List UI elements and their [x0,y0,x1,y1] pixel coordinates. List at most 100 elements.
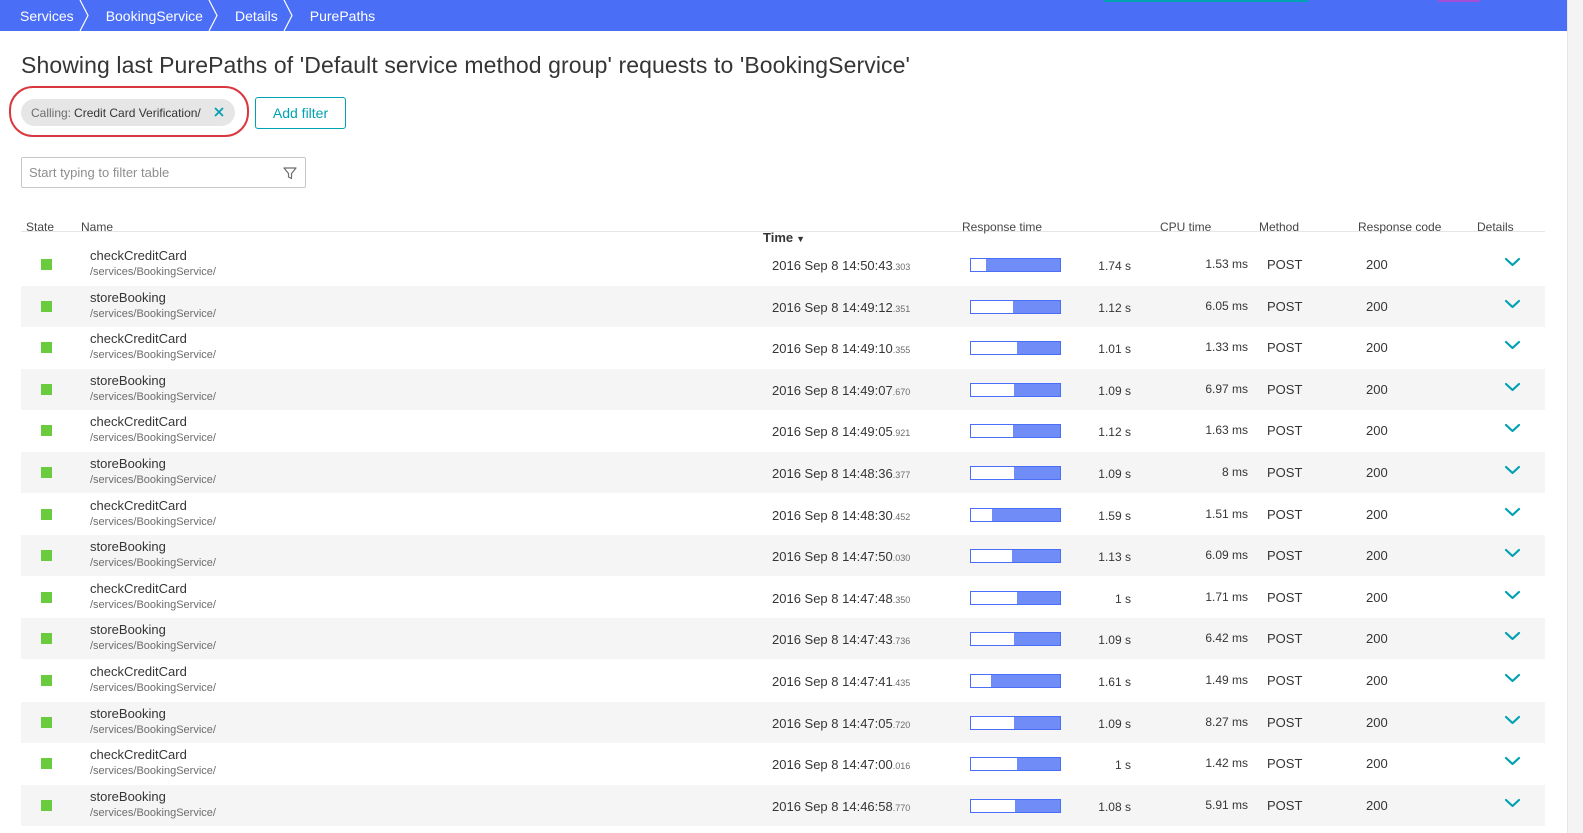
request-name-link[interactable]: storeBooking [90,456,166,471]
response-code: 200 [1366,506,1388,522]
start-time: 2016 Sep 8 14:46:58.770 [772,799,910,814]
column-header-response-code[interactable]: Response code [1358,220,1441,234]
state-ok-indicator [41,467,52,478]
cpu-time-value: 6.97 ms [1205,381,1248,396]
response-time-bar-fill [1013,467,1060,479]
chevron-down-icon[interactable] [1504,714,1521,726]
column-header-name[interactable]: Name [81,220,113,234]
sort-descending-icon: ▼ [796,234,806,244]
add-filter-button[interactable]: Add filter [255,97,346,129]
start-time-main: 2016 Sep 8 14:47:41 [772,674,893,689]
response-code: 200 [1366,714,1388,730]
table-row[interactable]: checkCreditCard/services/BookingService/… [21,244,1545,285]
vertical-scrollbar[interactable] [1567,0,1583,833]
table-row[interactable]: storeBooking/services/BookingService/201… [21,452,1545,493]
chevron-down-icon[interactable] [1504,547,1521,559]
table-row[interactable]: storeBooking/services/BookingService/201… [21,285,1545,327]
response-time-bar-fill [1012,300,1060,313]
response-time-bar [970,341,1061,356]
request-name-link[interactable]: storeBooking [90,290,166,305]
http-method: POST [1267,673,1303,688]
state-ok-indicator [41,508,52,520]
start-time-main: 2016 Sep 8 14:47:48 [772,590,893,606]
table-row[interactable]: checkCreditCard/services/BookingService/… [21,577,1545,618]
request-name-link[interactable]: storeBooking [90,539,166,554]
table-row[interactable]: checkCreditCard/services/BookingService/… [21,494,1545,535]
start-time-ms: .351 [892,303,911,314]
table-row[interactable]: checkCreditCard/services/BookingService/… [21,743,1545,784]
table-row[interactable]: storeBooking/services/BookingService/201… [21,701,1545,743]
request-name-link[interactable]: storeBooking [90,373,166,388]
chevron-down-icon[interactable] [1504,298,1521,310]
close-icon[interactable] [211,104,227,120]
breadcrumb-label: Details [234,7,278,24]
request-name-link[interactable]: storeBooking [90,706,166,721]
table-header: State Name Time ▼ Response time CPU time … [21,216,1545,245]
funnel-icon[interactable] [283,166,297,180]
request-name-link[interactable]: checkCreditCard [90,581,187,596]
table-row[interactable]: storeBooking/services/BookingService/201… [21,618,1545,660]
start-time-main: 2016 Sep 8 14:49:07 [772,382,893,398]
request-name-link[interactable]: checkCreditCard [90,498,187,513]
chevron-down-icon[interactable] [1504,630,1521,642]
state-ok-indicator [41,259,52,270]
response-time-bar [970,798,1061,813]
start-time: 2016 Sep 8 14:48:30.452 [772,508,910,523]
chevron-down-icon[interactable] [1504,422,1521,434]
column-header-time-label: Time [763,230,794,245]
state-ok-indicator [41,342,52,354]
request-name-link[interactable]: checkCreditCard [90,664,187,679]
request-name-link[interactable]: checkCreditCard [90,414,187,429]
table-row[interactable]: checkCreditCard/services/BookingService/… [21,327,1545,368]
start-time-ms: .736 [892,636,911,647]
table-filter-input[interactable] [22,158,272,187]
request-name-link[interactable]: storeBooking [90,622,166,637]
response-time-bar-fill [1013,383,1060,396]
breadcrumb-item-details[interactable]: Details [215,0,293,31]
cpu-time-value: 1.63 ms [1205,423,1248,438]
column-header-state[interactable]: State [26,220,54,234]
response-time-bar [970,757,1061,772]
response-time-bar-fill [991,675,1060,687]
request-name-link[interactable]: checkCreditCard [90,248,187,263]
column-header-time[interactable]: Time ▼ [763,230,805,245]
response-time-value: 1.09 s [1098,716,1131,731]
chevron-down-icon[interactable] [1504,506,1521,518]
topbar-accent-strip-2 [1438,0,1480,2]
start-time: 2016 Sep 8 14:47:00.016 [772,757,910,772]
http-method: POST [1267,631,1303,647]
chevron-down-icon[interactable] [1504,339,1521,351]
response-code: 200 [1366,423,1388,439]
chevron-down-icon[interactable] [1504,755,1521,767]
cpu-time-value: 6.42 ms [1205,631,1248,646]
page-title: Showing last PurePaths of 'Default servi… [21,52,911,78]
start-time: 2016 Sep 8 14:47:50.030 [772,549,910,564]
filter-chip[interactable]: Calling: Credit Card Verification/ [21,99,235,126]
breadcrumb-item-purepaths[interactable]: PurePaths [290,0,387,31]
start-time-main: 2016 Sep 8 14:47:00 [772,757,893,773]
breadcrumb-item-bookingservice[interactable]: BookingService [86,0,218,31]
response-time-value: 1.01 s [1098,342,1131,357]
chevron-down-icon[interactable] [1504,797,1521,809]
column-header-response-time[interactable]: Response time [962,220,1042,234]
table-row[interactable]: storeBooking/services/BookingService/201… [21,784,1545,826]
chevron-down-icon[interactable] [1504,381,1521,393]
chevron-down-icon[interactable] [1504,464,1521,476]
start-time-ms: .016 [892,761,911,772]
chevron-down-icon[interactable] [1504,589,1521,601]
table-row[interactable]: checkCreditCard/services/BookingService/… [21,410,1545,451]
response-time-bar [970,258,1061,272]
http-method: POST [1267,797,1303,813]
chevron-down-icon[interactable] [1504,256,1521,268]
request-name-link[interactable]: storeBooking [90,789,166,804]
table-row[interactable]: storeBooking/services/BookingService/201… [21,535,1545,577]
table-row[interactable]: storeBooking/services/BookingService/201… [21,368,1545,410]
table-row[interactable]: checkCreditCard/services/BookingService/… [21,660,1545,701]
request-name-link[interactable]: checkCreditCard [90,747,187,762]
breadcrumb-item-services[interactable]: Services [0,0,89,31]
column-header-method[interactable]: Method [1259,220,1299,234]
request-name-link[interactable]: checkCreditCard [90,331,187,346]
column-header-cpu-time[interactable]: CPU time [1160,220,1211,234]
response-time-bar-fill [1013,633,1060,646]
chevron-down-icon[interactable] [1504,672,1521,684]
